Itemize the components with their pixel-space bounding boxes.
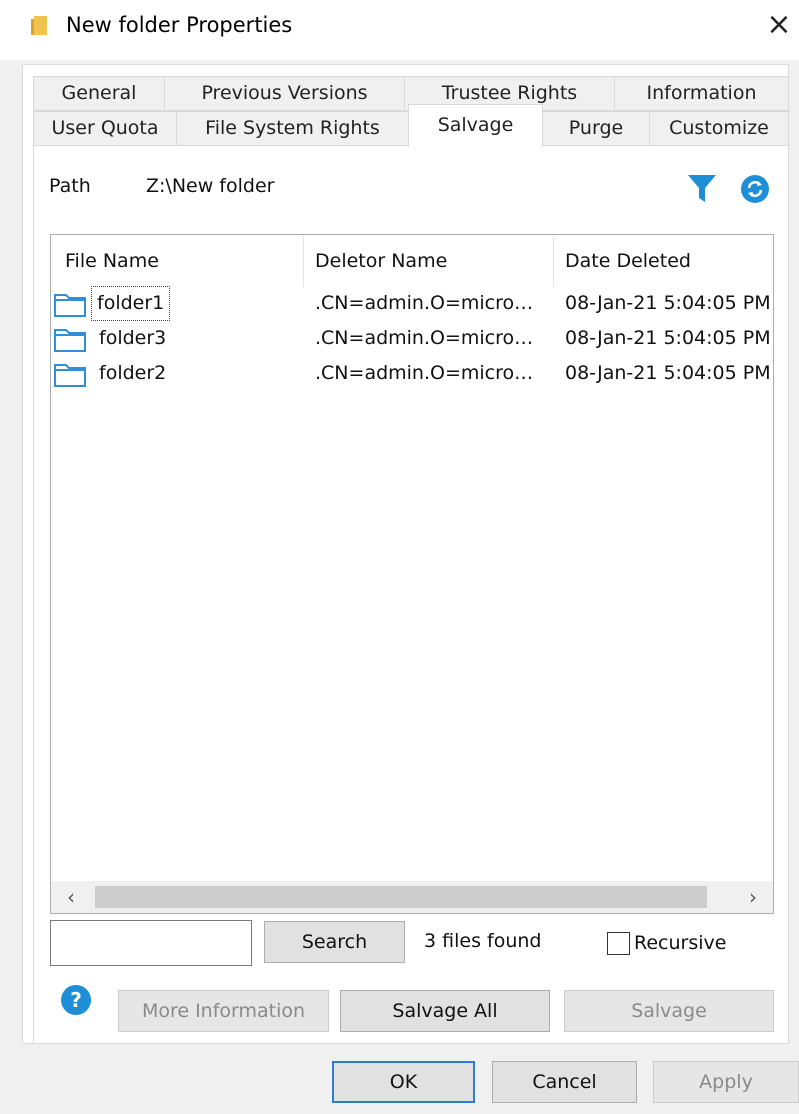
file-name-cell: folder1 [90, 286, 171, 321]
column-header-deletor-name[interactable]: Deletor Name [301, 235, 553, 287]
svg-text:?: ? [70, 988, 82, 1012]
table-row[interactable]: folder2 .CN=admin.O=micro… 08-Jan-21 5:0… [51, 357, 773, 392]
path-value: Z:\New folder [146, 175, 275, 197]
path-label: Path [49, 175, 91, 197]
table-row[interactable]: folder3 .CN=admin.O=micro… 08-Jan-21 5:0… [51, 322, 773, 357]
tab-purge[interactable]: Purge [542, 111, 650, 146]
column-header-file-name[interactable]: File Name [51, 235, 303, 287]
deletor-name-cell: .CN=admin.O=micro… [315, 292, 534, 314]
salvage-button[interactable]: Salvage [564, 990, 774, 1032]
tab-user-quota[interactable]: User Quota [33, 111, 177, 146]
salvage-all-button[interactable]: Salvage All [340, 990, 550, 1032]
scroll-left-icon[interactable]: ‹ [55, 881, 87, 913]
tab-general[interactable]: General [33, 76, 165, 111]
title-bar: New folder Properties × [0, 0, 799, 60]
date-deleted-cell: 08-Jan-21 5:04:05 PM [565, 292, 771, 314]
tab-previous-versions[interactable]: Previous Versions [164, 76, 405, 111]
recursive-checkbox[interactable] [607, 932, 630, 955]
file-name-cell: folder2 [99, 362, 167, 384]
refresh-icon[interactable] [740, 174, 770, 204]
deleted-files-list[interactable]: File Name Deletor Name Date Deleted fold… [50, 234, 774, 914]
folder-icon [54, 364, 86, 387]
help-icon[interactable]: ? [59, 983, 93, 1017]
ok-button[interactable]: OK [332, 1061, 475, 1103]
scroll-right-icon[interactable]: › [737, 881, 769, 913]
folder-icon [54, 329, 86, 352]
horizontal-scrollbar[interactable]: ‹ › [51, 881, 773, 913]
folder-icon [54, 294, 86, 317]
search-button[interactable]: Search [264, 921, 405, 963]
column-header-date-deleted[interactable]: Date Deleted [551, 235, 773, 287]
tab-customize[interactable]: Customize [649, 111, 789, 146]
recursive-label[interactable]: Recursive [634, 932, 726, 954]
cancel-button[interactable]: Cancel [492, 1061, 637, 1103]
tab-salvage[interactable]: Salvage [408, 104, 543, 147]
filter-icon[interactable] [686, 172, 718, 204]
folder-icon [31, 16, 47, 35]
deletor-name-cell: .CN=admin.O=micro… [315, 327, 534, 349]
close-icon[interactable]: × [764, 8, 794, 42]
apply-button[interactable]: Apply [653, 1061, 799, 1103]
date-deleted-cell: 08-Jan-21 5:04:05 PM [565, 362, 771, 384]
table-row[interactable]: folder1 .CN=admin.O=micro… 08-Jan-21 5:0… [51, 286, 773, 322]
files-found-status: 3 files found [424, 930, 542, 952]
file-name-cell: folder3 [99, 327, 167, 349]
window-title: New folder Properties [66, 13, 293, 37]
deletor-name-cell: .CN=admin.O=micro… [315, 362, 534, 384]
search-input[interactable] [50, 920, 252, 966]
tab-file-system-rights[interactable]: File System Rights [176, 111, 409, 146]
date-deleted-cell: 08-Jan-21 5:04:05 PM [565, 327, 771, 349]
scrollbar-thumb[interactable] [95, 886, 707, 908]
more-information-button[interactable]: More Information [118, 990, 329, 1032]
tab-information[interactable]: Information [614, 76, 789, 111]
